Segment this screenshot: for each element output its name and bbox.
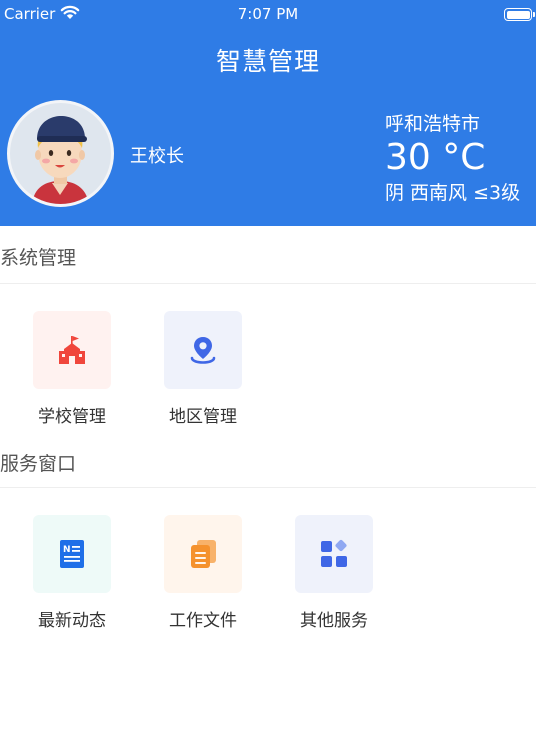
other-services-icon-box — [295, 515, 373, 593]
region-management-tile[interactable]: 地区管理 — [163, 311, 243, 427]
weather-temperature: 30 °C — [385, 137, 486, 178]
work-documents-tile[interactable]: 工作文件 — [163, 515, 243, 631]
divider — [0, 487, 536, 488]
other-services-label: 其他服务 — [300, 611, 368, 631]
school-icon — [59, 336, 85, 364]
school-management-icon-box — [33, 311, 111, 389]
svg-text:N: N — [63, 545, 71, 555]
work-documents-label: 工作文件 — [169, 611, 237, 631]
weather-condition: 阴 西南风 ≤3级 — [385, 182, 521, 204]
avatar[interactable] — [7, 100, 114, 207]
other-services-tile[interactable]: 其他服务 — [294, 515, 374, 631]
work-documents-icon-box — [164, 515, 242, 593]
header: Carrier 7:07 PM 智慧管理 王校长 呼和浩特市 30 °C 阴 西… — [0, 0, 536, 226]
section-title-system: 系统管理 — [0, 247, 77, 269]
battery-icon — [504, 8, 535, 21]
apps-icon — [321, 539, 347, 567]
status-time: 7:07 PM — [237, 5, 299, 23]
status-bar: Carrier 7:07 PM — [0, 0, 536, 30]
school-management-tile[interactable]: 学校管理 — [32, 311, 112, 427]
page-title: 智慧管理 — [215, 47, 320, 76]
divider — [0, 283, 536, 284]
section-title-service: 服务窗口 — [0, 453, 77, 475]
region-management-label: 地区管理 — [169, 407, 237, 427]
latest-news-icon-box: N — [33, 515, 111, 593]
region-management-icon-box — [164, 311, 242, 389]
latest-news-tile[interactable]: N 最新动态 — [32, 515, 112, 631]
weather-city: 呼和浩特市 — [385, 113, 481, 135]
news-icon: N — [60, 540, 84, 568]
avatar-illustration — [32, 116, 89, 204]
weather-panel: 呼和浩特市 30 °C 阴 西南风 ≤3级 — [385, 112, 535, 206]
school-management-label: 学校管理 — [38, 407, 106, 427]
latest-news-label: 最新动态 — [38, 611, 106, 631]
user-name: 王校长 — [130, 146, 184, 167]
location-pin-icon — [190, 337, 216, 364]
documents-icon — [191, 540, 216, 568]
